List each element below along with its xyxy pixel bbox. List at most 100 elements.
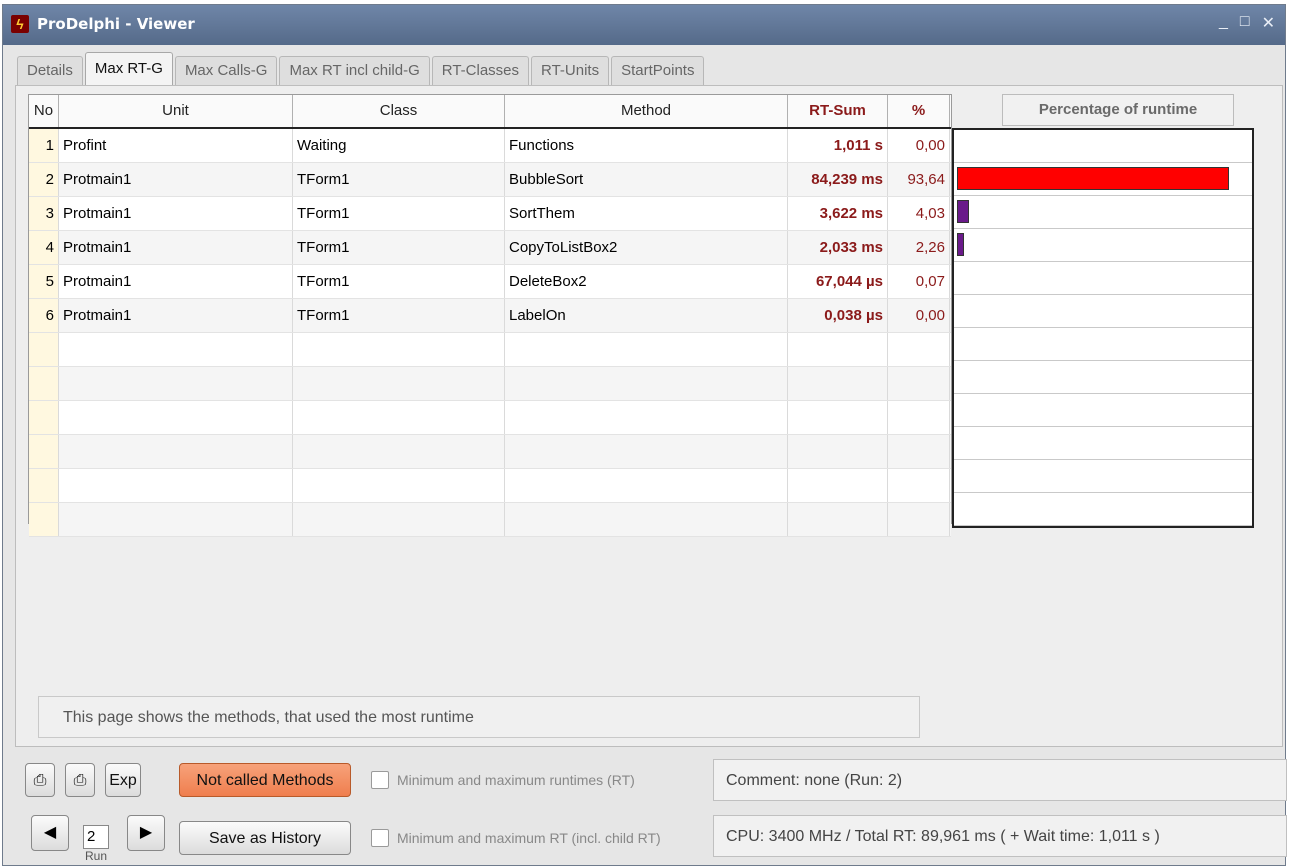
cell-rtsum <box>788 401 888 434</box>
export-button[interactable]: Exp <box>105 763 141 797</box>
cell-rtsum <box>788 367 888 400</box>
cell-unit: Profint <box>59 129 293 162</box>
cell-rtsum <box>788 503 888 536</box>
tab-strip: Details Max RT-G Max Calls-G Max RT incl… <box>17 52 706 85</box>
cell-rtsum <box>788 333 888 366</box>
cell-class <box>293 469 505 502</box>
maximize-icon[interactable]: □ <box>1240 13 1250 33</box>
cell-unit: Protmain1 <box>59 265 293 298</box>
cell-pct: 93,64 <box>888 163 950 196</box>
cell-rtsum <box>788 469 888 502</box>
table-body: 1 Profint Waiting Functions 1,011 s 0,00 2 Prot… <box>29 129 951 537</box>
col-header-no[interactable]: No <box>29 95 59 127</box>
cell-method: SortThem <box>505 197 788 230</box>
cell-rtsum <box>788 435 888 468</box>
table-row[interactable]: 3 Protmain1 TForm1 SortThem 3,622 ms 4,03 <box>29 197 951 231</box>
cell-no: 4 <box>29 231 59 264</box>
cell-class <box>293 367 505 400</box>
cell-method: DeleteBox2 <box>505 265 788 298</box>
comment-box: Comment: none (Run: 2) <box>713 759 1287 801</box>
tab-panel: No Unit Class Method RT-Sum % 1 Profint Wa… <box>15 85 1283 747</box>
col-header-class[interactable]: Class <box>293 95 505 127</box>
col-header-pct[interactable]: % <box>888 95 950 127</box>
title-bar: ϟ ProDelphi - Viewer _ □ ✕ <box>3 5 1285 45</box>
cell-no <box>29 435 59 468</box>
chart-row <box>954 130 1252 163</box>
table-row[interactable]: 5 Protmain1 TForm1 DeleteBox2 67,044 µs 0,07 <box>29 265 951 299</box>
chart-row <box>954 394 1252 427</box>
cell-unit <box>59 435 293 468</box>
cell-no <box>29 503 59 536</box>
cell-rtsum: 67,044 µs <box>788 265 888 298</box>
cell-method <box>505 333 788 366</box>
cell-class: TForm1 <box>293 197 505 230</box>
cell-pct: 0,00 <box>888 129 950 162</box>
run-number-input[interactable]: 2 <box>83 825 109 849</box>
table-row[interactable] <box>29 469 951 503</box>
cell-unit: Protmain1 <box>59 299 293 332</box>
save-as-history-button[interactable]: Save as History <box>179 821 351 855</box>
runtime-bar <box>957 233 964 256</box>
cell-pct: 2,26 <box>888 231 950 264</box>
chart-row <box>954 460 1252 493</box>
cell-unit <box>59 401 293 434</box>
chart-row <box>954 328 1252 361</box>
cell-pct: 0,07 <box>888 265 950 298</box>
cell-no: 3 <box>29 197 59 230</box>
table-row[interactable]: 6 Protmain1 TForm1 LabelOn 0,038 µs 0,00 <box>29 299 951 333</box>
minmax-runtime-checkbox[interactable]: Minimum and maximum runtimes (RT) <box>371 771 635 789</box>
table-row[interactable]: 4 Protmain1 TForm1 CopyToListBox2 2,033 ms 2,… <box>29 231 951 265</box>
col-header-rtsum[interactable]: RT-Sum <box>788 95 888 127</box>
cell-method <box>505 367 788 400</box>
next-run-button[interactable]: ▶ <box>127 815 165 851</box>
col-header-method[interactable]: Method <box>505 95 788 127</box>
chart-row <box>954 163 1252 196</box>
minmax-child-runtime-label: Minimum and maximum RT (incl. child RT) <box>397 830 661 846</box>
cell-no <box>29 469 59 502</box>
cell-class: Waiting <box>293 129 505 162</box>
table-row[interactable]: 1 Profint Waiting Functions 1,011 s 0,00 <box>29 129 951 163</box>
table-row[interactable] <box>29 435 951 469</box>
chart-row <box>954 295 1252 328</box>
table-row[interactable] <box>29 333 951 367</box>
cell-pct <box>888 503 950 536</box>
tab-rt-units[interactable]: RT-Units <box>531 56 610 85</box>
print-button[interactable]: ⎙ <box>25 763 55 797</box>
table-row[interactable] <box>29 503 951 537</box>
cell-method: BubbleSort <box>505 163 788 196</box>
chart-row <box>954 229 1252 262</box>
cell-unit <box>59 503 293 536</box>
cell-method <box>505 469 788 502</box>
cell-pct <box>888 333 950 366</box>
close-icon[interactable]: ✕ <box>1262 13 1275 33</box>
chart-row <box>954 361 1252 394</box>
table-row[interactable] <box>29 367 951 401</box>
col-header-unit[interactable]: Unit <box>59 95 293 127</box>
cell-pct: 0,00 <box>888 299 950 332</box>
bottom-toolbar: ⎙ ⎙ Exp Not called Methods Minimum and m… <box>15 753 1287 863</box>
cell-no: 6 <box>29 299 59 332</box>
run-label: Run <box>85 849 108 863</box>
chart-row <box>954 262 1252 295</box>
tab-max-rt-g[interactable]: Max RT-G <box>84 52 173 85</box>
table-row[interactable]: 2 Protmain1 TForm1 BubbleSort 84,239 ms 93,64 <box>29 163 951 197</box>
tab-max-calls-g[interactable]: Max Calls-G <box>174 56 278 85</box>
tab-details[interactable]: Details <box>17 56 83 85</box>
runtime-bar <box>957 167 1229 190</box>
cell-class: TForm1 <box>293 231 505 264</box>
cell-method: Functions <box>505 129 788 162</box>
tab-rt-classes[interactable]: RT-Classes <box>431 56 530 85</box>
minmax-child-runtime-checkbox[interactable]: Minimum and maximum RT (incl. child RT) <box>371 829 661 847</box>
table-row[interactable] <box>29 401 951 435</box>
minimize-icon[interactable]: _ <box>1219 13 1228 33</box>
print-preview-button[interactable]: ⎙ <box>65 763 95 797</box>
tab-max-rt-incl-child-g[interactable]: Max RT incl child-G <box>279 56 430 85</box>
not-called-methods-button[interactable]: Not called Methods <box>179 763 351 797</box>
runtime-bar-chart <box>952 128 1254 528</box>
cell-method <box>505 435 788 468</box>
checkbox-icon <box>371 771 389 789</box>
cell-class <box>293 435 505 468</box>
cell-method: LabelOn <box>505 299 788 332</box>
tab-startpoints[interactable]: StartPoints <box>611 56 705 85</box>
previous-run-button[interactable]: ◀ <box>31 815 69 851</box>
